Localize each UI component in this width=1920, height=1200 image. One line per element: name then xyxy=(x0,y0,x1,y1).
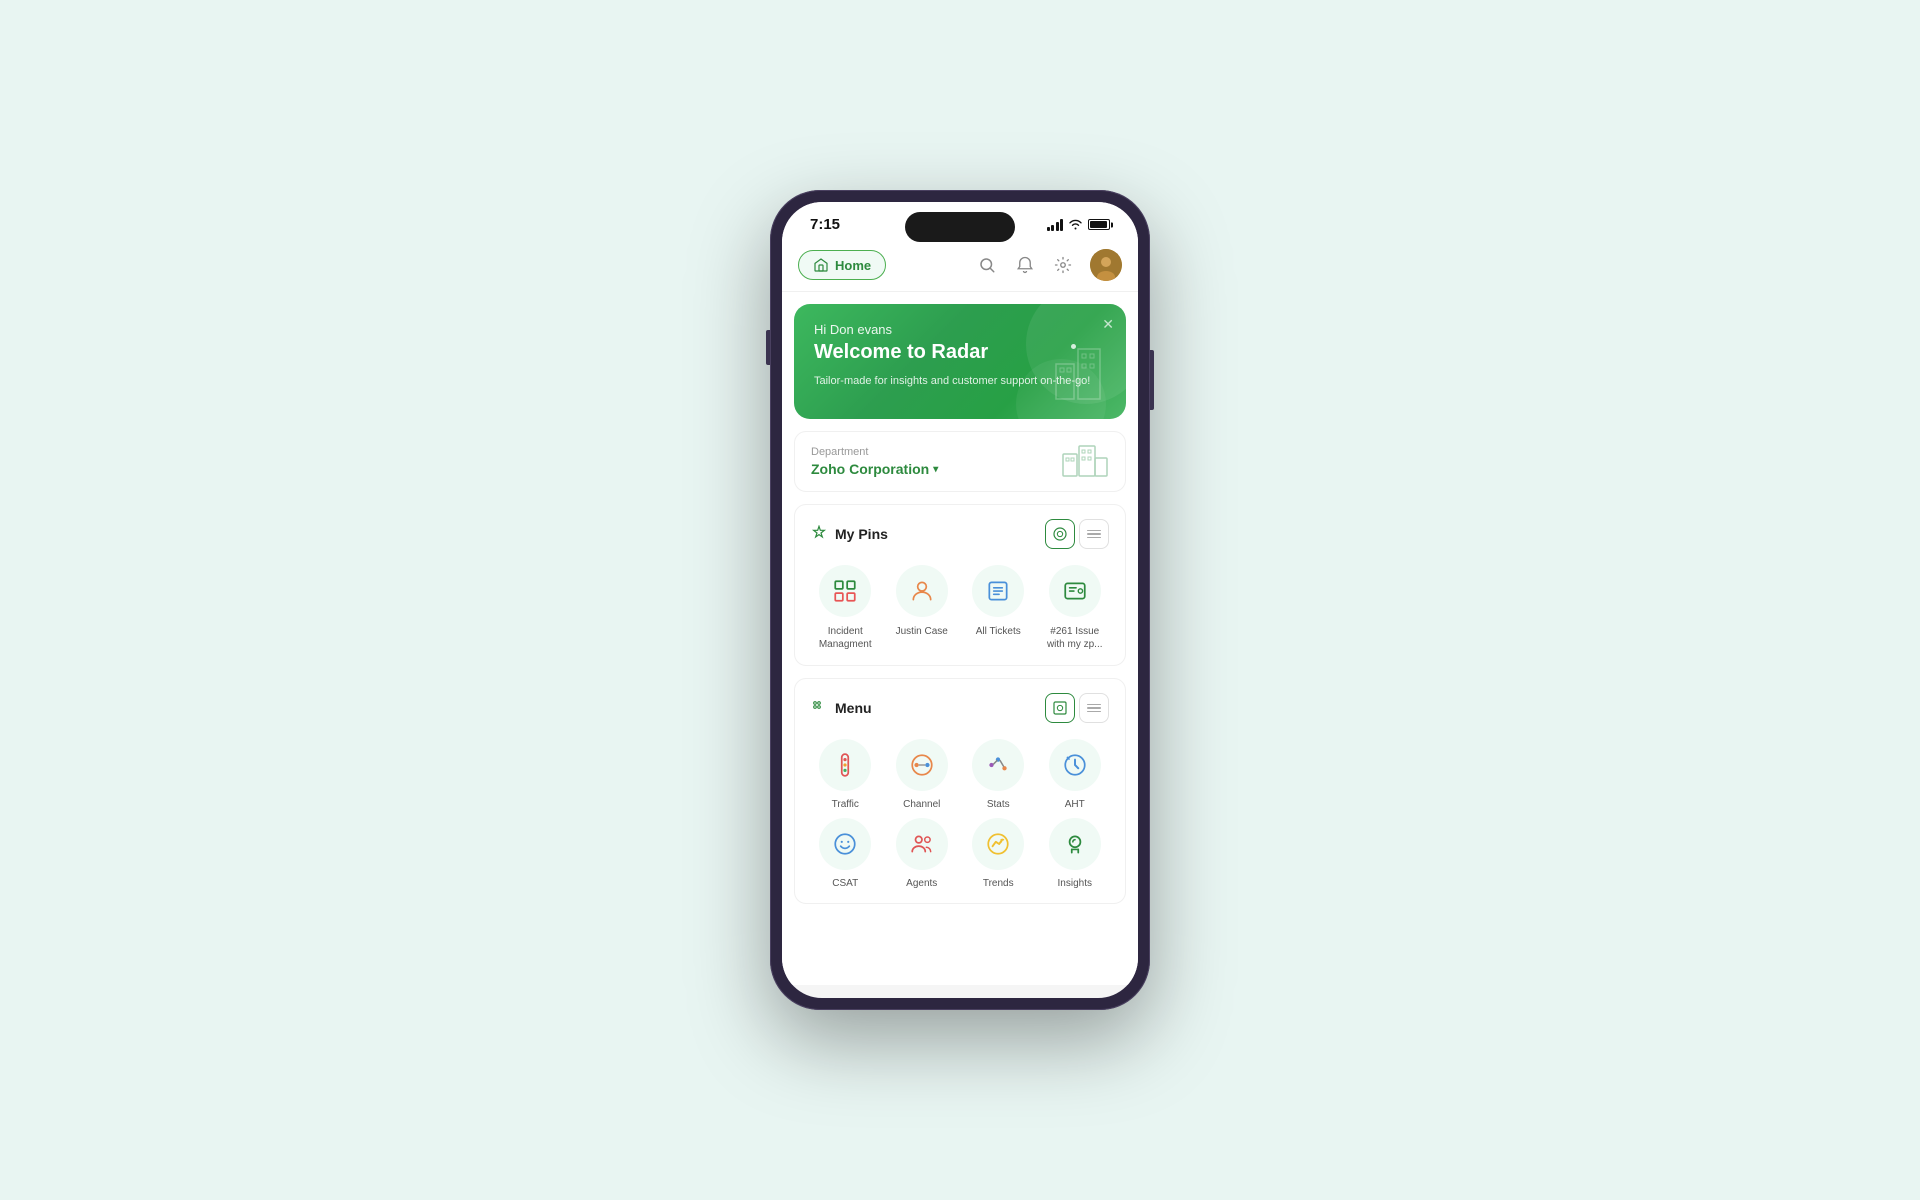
menu-section: Menu xyxy=(794,678,1126,904)
menu-label-channel: Channel xyxy=(903,799,940,810)
department-chevron: ▾ xyxy=(933,464,938,475)
pin-item-issue[interactable]: #261 Issue with my zp... xyxy=(1041,565,1110,651)
menu-item-traffic[interactable]: Traffic xyxy=(811,739,880,810)
welcome-banner: ✕ Hi Don evans Welcome to Radar Tailor-m… xyxy=(794,304,1126,419)
home-icon xyxy=(813,257,829,273)
home-nav-label: Home xyxy=(835,258,871,273)
pin-icon-tickets xyxy=(972,565,1024,617)
phone-mockup: 7:15 xyxy=(770,190,1150,1010)
menu-label-stats: Stats xyxy=(987,799,1010,810)
pin-item-incident[interactable]: IncidentManagment xyxy=(811,565,880,651)
dynamic-island xyxy=(905,212,1015,242)
pin-icon-justin xyxy=(896,565,948,617)
menu-icon-stats xyxy=(972,739,1024,791)
battery-icon xyxy=(1088,219,1110,230)
menu-label-insights: Insights xyxy=(1058,878,1092,889)
search-button[interactable] xyxy=(976,254,998,276)
gear-button[interactable] xyxy=(1052,254,1074,276)
wifi-icon xyxy=(1068,219,1083,230)
menu-header: Menu xyxy=(811,693,1109,723)
more-dots-icon xyxy=(1087,530,1101,539)
menu-grid: Traffic xyxy=(811,739,1109,810)
pin-label-justin: Justin Case xyxy=(896,625,948,638)
phone-screen: 7:15 xyxy=(782,202,1138,998)
menu-icon-channel xyxy=(896,739,948,791)
banner-subtitle: Tailor-made for insights and customer su… xyxy=(814,374,1106,389)
home-nav-button[interactable]: Home xyxy=(798,250,886,280)
pins-grid: IncidentManagment Justin Case xyxy=(811,565,1109,651)
department-section[interactable]: Department Zoho Corporation ▾ xyxy=(794,431,1126,492)
menu-item-insights[interactable]: Insights xyxy=(1041,818,1110,889)
menu-item-stats[interactable]: Stats xyxy=(964,739,1033,810)
nav-bar: Home xyxy=(782,239,1138,292)
pin-item-tickets[interactable]: All Tickets xyxy=(964,565,1033,651)
menu-grid-row2: CSAT A xyxy=(811,818,1109,889)
user-avatar[interactable] xyxy=(1090,249,1122,281)
menu-label-traffic: Traffic xyxy=(832,799,859,810)
pin-icon-issue xyxy=(1049,565,1101,617)
menu-item-channel[interactable]: Channel xyxy=(888,739,957,810)
banner-building-decoration xyxy=(1036,324,1116,404)
pin-icon-incident xyxy=(819,565,871,617)
phone-body: 7:15 xyxy=(770,190,1150,1010)
status-time: 7:15 xyxy=(810,216,840,233)
pin-item-justin[interactable]: Justin Case xyxy=(888,565,957,651)
status-bar: 7:15 xyxy=(782,202,1138,239)
department-icon xyxy=(1061,438,1109,483)
pins-title-group: My Pins xyxy=(811,525,888,544)
menu-title-group: Menu xyxy=(811,699,872,718)
menu-label-trends: Trends xyxy=(983,878,1014,889)
menu-icon-trends xyxy=(972,818,1024,870)
signal-icon xyxy=(1047,219,1064,231)
menu-more-dots-icon xyxy=(1087,704,1101,713)
pins-section-icon xyxy=(811,525,827,544)
menu-icon-csat xyxy=(819,818,871,870)
menu-label-agents: Agents xyxy=(906,878,937,889)
status-icons xyxy=(1047,219,1111,231)
department-info: Department Zoho Corporation ▾ xyxy=(811,446,938,477)
pins-header: My Pins xyxy=(811,519,1109,549)
bell-button[interactable] xyxy=(1014,254,1036,276)
my-pins-section: My Pins xyxy=(794,504,1126,666)
menu-item-agents[interactable]: Agents xyxy=(888,818,957,889)
menu-title: Menu xyxy=(835,700,872,716)
pin-label-issue: #261 Issue with my zp... xyxy=(1041,625,1110,651)
menu-item-trends[interactable]: Trends xyxy=(964,818,1033,889)
department-name: Zoho Corporation ▾ xyxy=(811,461,938,477)
menu-label-aht: AHT xyxy=(1065,799,1085,810)
nav-icon-group xyxy=(976,249,1122,281)
app-content[interactable]: Home xyxy=(782,239,1138,985)
menu-section-icon xyxy=(811,699,827,718)
pin-label-tickets: All Tickets xyxy=(976,625,1021,638)
pins-action xyxy=(1045,519,1109,549)
pin-label-incident: IncidentManagment xyxy=(819,625,872,651)
menu-icon-insights xyxy=(1049,818,1101,870)
menu-more-button[interactable] xyxy=(1079,693,1109,723)
pins-title: My Pins xyxy=(835,526,888,542)
menu-action xyxy=(1045,693,1109,723)
pins-more-button[interactable] xyxy=(1079,519,1109,549)
menu-item-csat[interactable]: CSAT xyxy=(811,818,880,889)
pins-edit-button[interactable] xyxy=(1045,519,1075,549)
menu-edit-button[interactable] xyxy=(1045,693,1075,723)
menu-icon-agents xyxy=(896,818,948,870)
menu-icon-aht xyxy=(1049,739,1101,791)
department-label: Department xyxy=(811,446,938,458)
menu-label-csat: CSAT xyxy=(832,878,858,889)
menu-item-aht[interactable]: AHT xyxy=(1041,739,1110,810)
menu-icon-traffic xyxy=(819,739,871,791)
